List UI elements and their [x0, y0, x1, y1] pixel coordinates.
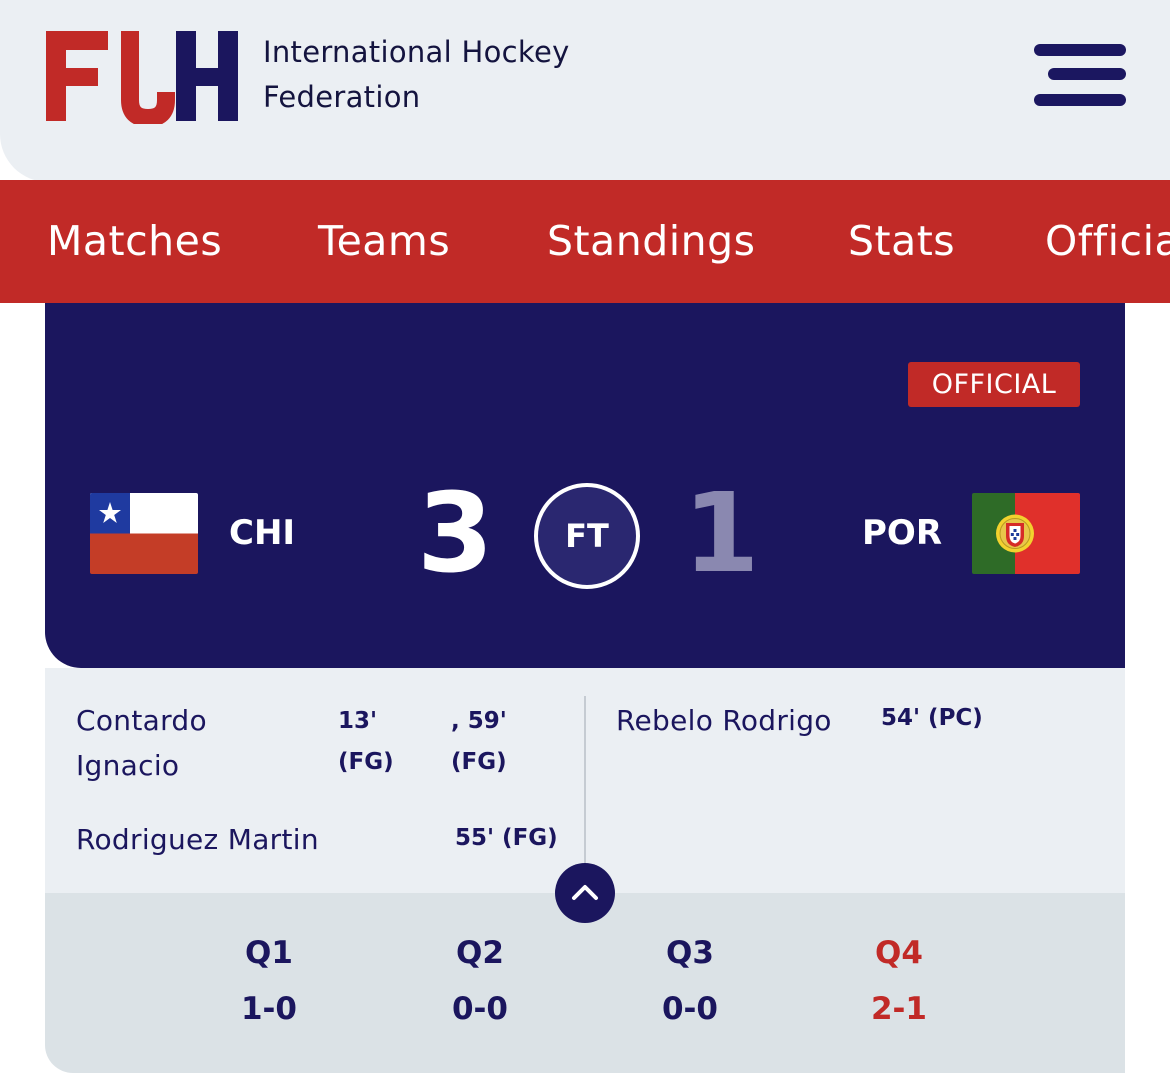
- home-scorer-1-name-line1: Contardo: [76, 704, 207, 737]
- collapse-scorers-button[interactable]: [555, 863, 615, 923]
- quarter-score: 1-0: [240, 991, 297, 1027]
- home-scorer-2-name[interactable]: Rodriguez Martin: [76, 817, 319, 862]
- quarter-q1: Q1 1-0: [189, 931, 349, 1031]
- portugal-flag-icon: [972, 493, 1080, 574]
- goal-minute: , 59': [451, 708, 507, 734]
- home-scorer-name[interactable]: Contardo Ignacio: [76, 698, 207, 788]
- scorers-divider: [584, 696, 586, 866]
- quarter-label: Q4: [875, 935, 923, 971]
- home-scorer-1-goal-2: , 59' (FG): [451, 701, 507, 783]
- home-scorer-2-goal: 55' (FG): [455, 825, 558, 851]
- away-score: 1: [683, 469, 760, 597]
- quarter-label: Q3: [666, 935, 714, 971]
- federation-name-line2: Federation: [263, 80, 421, 114]
- quarter-score: 2-1: [870, 991, 927, 1027]
- home-score: 3: [417, 469, 494, 597]
- goal-type: (FG): [338, 749, 394, 775]
- fih-logo[interactable]: [44, 28, 240, 124]
- nav-item-stats[interactable]: Stats: [848, 180, 955, 303]
- federation-name: International Hockey Federation: [263, 30, 623, 120]
- nav-item-officials[interactable]: Officials: [1045, 180, 1170, 303]
- quarter-score: 0-0: [451, 991, 508, 1027]
- match-period-indicator: FT: [534, 483, 640, 589]
- quarter-label: Q2: [456, 935, 504, 971]
- quarter-score: 0-0: [661, 991, 718, 1027]
- away-team-code[interactable]: POR: [862, 508, 942, 558]
- nav-item-standings[interactable]: Standings: [547, 180, 756, 303]
- goal-type: (FG): [451, 749, 507, 775]
- match-score-card: OFFICIAL CHI 3 FT 1 POR: [45, 303, 1125, 668]
- site-header: International Hockey Federation: [0, 0, 1170, 182]
- goal-scorers-panel: Contardo Ignacio 13' (FG) , 59' (FG) Rod…: [45, 668, 1125, 893]
- nav-item-teams[interactable]: Teams: [318, 180, 450, 303]
- official-status-badge: OFFICIAL: [908, 362, 1080, 407]
- goal-minute: 13': [338, 708, 378, 734]
- chevron-up-icon: [572, 885, 598, 900]
- away-scorer-1-name[interactable]: Rebelo Rodrigo: [616, 698, 832, 743]
- quarter-q2: Q2 0-0: [400, 931, 560, 1031]
- main-navigation: Matches Teams Standings Stats Officials: [0, 180, 1170, 303]
- quarter-q3: Q3 0-0: [610, 931, 770, 1031]
- quarter-label: Q1: [245, 935, 293, 971]
- hamburger-menu-icon[interactable]: [1030, 40, 1130, 112]
- chile-flag-icon: [90, 493, 198, 574]
- federation-name-line1: International Hockey: [263, 35, 570, 69]
- nav-item-matches[interactable]: Matches: [47, 180, 222, 303]
- home-team-code[interactable]: CHI: [229, 508, 295, 558]
- quarter-q4: Q4 2-1: [819, 931, 979, 1031]
- away-scorer-1-goal: 54' (PC): [881, 705, 983, 731]
- home-scorer-1-name-line2: Ignacio: [76, 749, 180, 782]
- home-scorer-1-goal-1: 13' (FG): [338, 701, 394, 783]
